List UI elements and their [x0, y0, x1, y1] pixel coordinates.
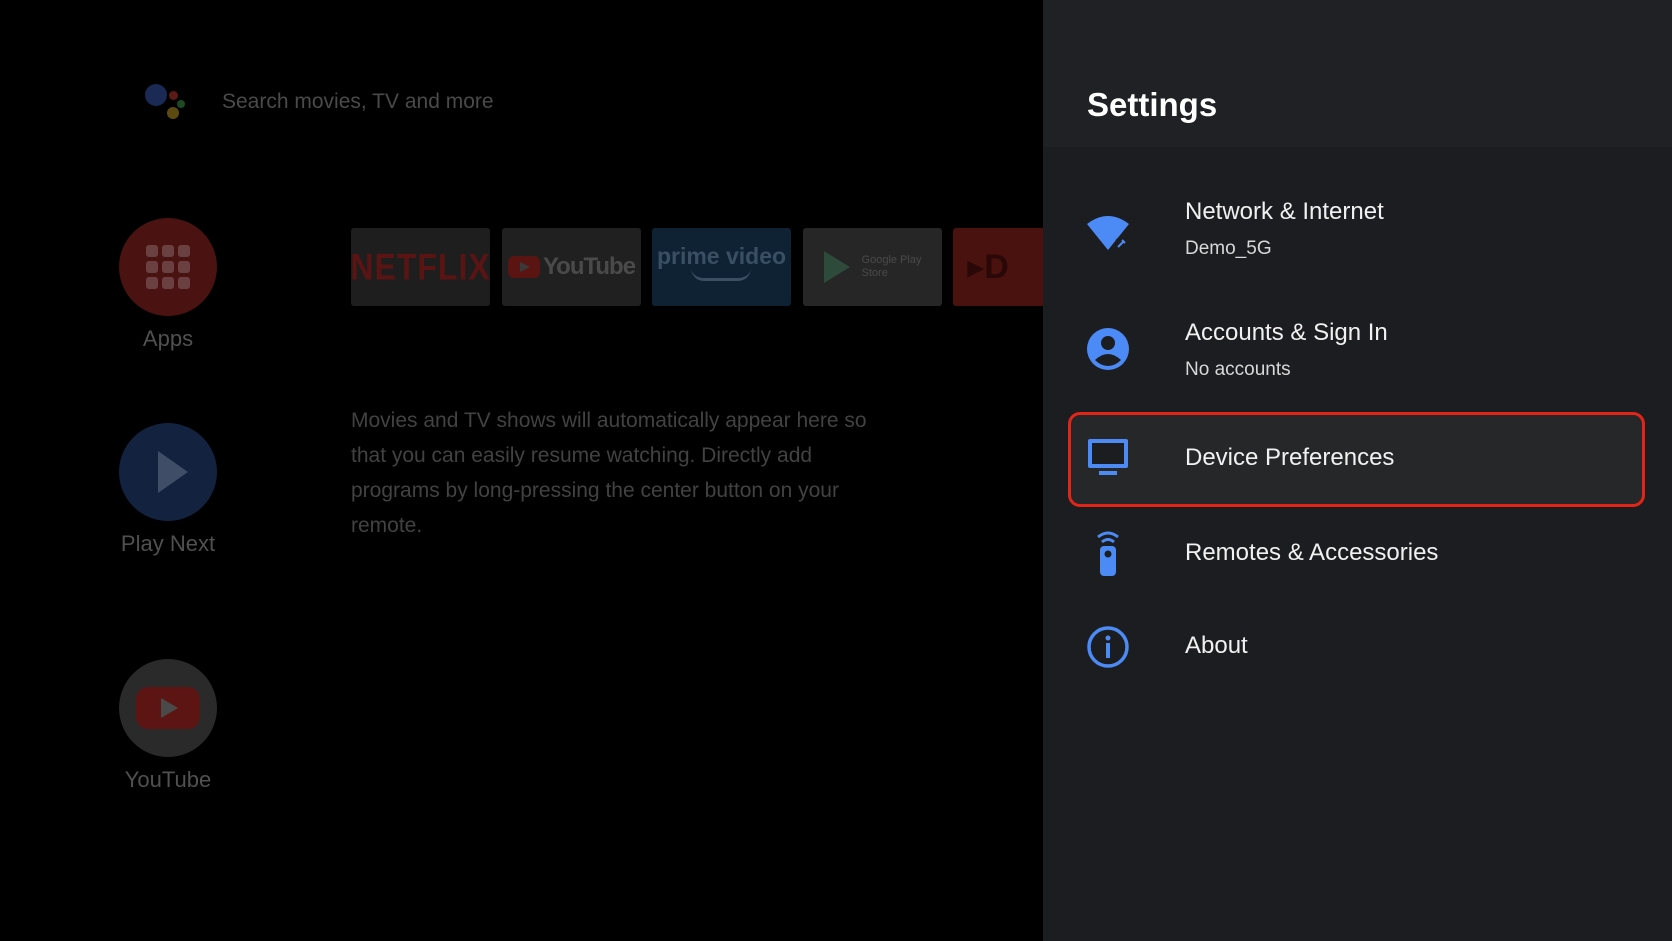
- settings-item-device-preferences[interactable]: Device Preferences: [1067, 412, 1640, 504]
- play-next-label: Play Next: [120, 531, 216, 556]
- partial-app-logo: ▸D: [967, 248, 1009, 286]
- prime-video-logo: prime video: [657, 245, 786, 281]
- home-screen-dimmed: Search movies, TV and more Apps Play Nex…: [0, 0, 1043, 941]
- android-tv-screen: Search movies, TV and more Apps Play Nex…: [0, 0, 1672, 941]
- youtube-channel-tile[interactable]: YouTube: [118, 659, 218, 793]
- play-next-tile[interactable]: Play Next: [118, 423, 218, 557]
- google-play-store-app-card[interactable]: Google Play Store: [803, 228, 942, 306]
- favorite-apps-row: NETFLIX YouTube prime video Google Play: [351, 228, 1043, 306]
- about-title: About: [1185, 632, 1248, 659]
- youtube-logo: YouTube: [507, 253, 636, 281]
- search-bar[interactable]: Search movies, TV and more: [222, 90, 494, 114]
- accounts-subtitle: No accounts: [1185, 359, 1291, 380]
- remotes-title: Remotes & Accessories: [1185, 539, 1439, 566]
- apps-tile[interactable]: Apps: [118, 218, 218, 352]
- youtube-app-card[interactable]: YouTube: [502, 228, 641, 306]
- settings-item-about[interactable]: About: [1067, 620, 1640, 670]
- youtube-icon: [119, 659, 217, 757]
- wifi-icon: [1087, 216, 1129, 250]
- settings-item-network[interactable]: Network & Internet Demo_5G: [1067, 190, 1640, 282]
- settings-title: Settings: [1087, 86, 1218, 123]
- network-subtitle: Demo_5G: [1185, 238, 1272, 259]
- info-icon: [1087, 626, 1129, 668]
- tv-icon: [1088, 439, 1128, 475]
- settings-item-remotes[interactable]: Remotes & Accessories: [1067, 527, 1640, 577]
- remote-icon: [1097, 531, 1119, 576]
- settings-panel: Settings Network & Internet Demo_5G Acco…: [1043, 0, 1672, 941]
- play-icon: [119, 423, 217, 521]
- google-play-logo: Google Play Store: [823, 251, 921, 283]
- google-assistant-icon[interactable]: [142, 80, 192, 126]
- apps-icon: [119, 218, 217, 316]
- accounts-title: Accounts & Sign In: [1185, 319, 1388, 346]
- prime-video-app-card[interactable]: prime video: [652, 228, 791, 306]
- settings-item-accounts[interactable]: Accounts & Sign In No accounts: [1067, 310, 1640, 402]
- network-title: Network & Internet: [1185, 198, 1384, 225]
- apps-label: Apps: [142, 326, 194, 351]
- netflix-logo: NETFLIX: [351, 245, 490, 288]
- partial-app-card[interactable]: ▸D: [953, 228, 1043, 306]
- netflix-app-card[interactable]: NETFLIX: [351, 228, 490, 306]
- settings-header: Settings: [1043, 0, 1672, 147]
- account-icon: [1087, 328, 1129, 370]
- play-next-empty-message: Movies and TV shows will automatically a…: [351, 409, 867, 537]
- youtube-channel-label: YouTube: [124, 767, 212, 792]
- device-preferences-title: Device Preferences: [1185, 444, 1395, 471]
